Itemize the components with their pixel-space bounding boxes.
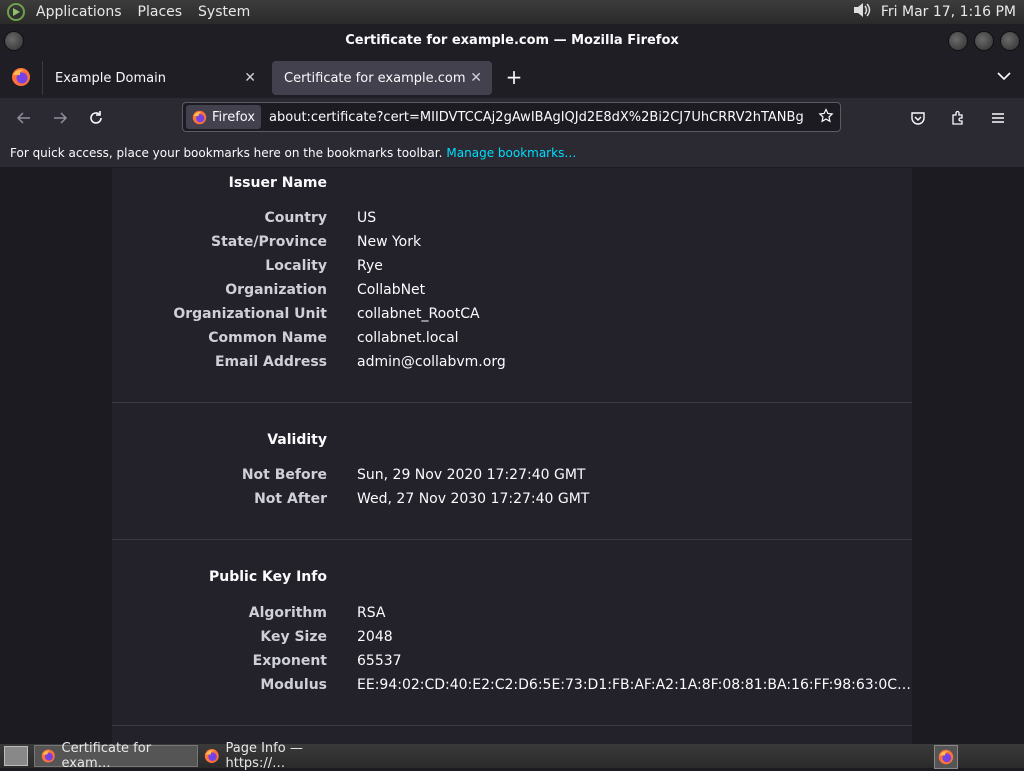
section-divider — [112, 539, 912, 540]
page-content[interactable]: Issuer Name Country US State/Province Ne… — [0, 168, 1024, 744]
firefox-icon — [204, 749, 219, 763]
field-value: admin@collabvm.org — [357, 354, 506, 370]
cert-row: Locality Rye — [112, 258, 912, 282]
tab-certificate[interactable]: Certificate for example.com ✕ — [272, 61, 492, 95]
maximize-button[interactable] — [974, 31, 994, 51]
cert-row: Common Name collabnet.local — [112, 330, 912, 354]
field-label: State/Province — [211, 234, 327, 250]
field-label: Algorithm — [248, 605, 327, 621]
field-value: collabnet.local — [357, 330, 459, 346]
firefox-icon — [41, 749, 55, 763]
volume-icon[interactable] — [851, 0, 873, 24]
field-value: Rye — [357, 258, 383, 274]
firefox-view-button[interactable] — [0, 56, 42, 98]
menu-applications[interactable]: Applications — [28, 0, 130, 24]
top-panel: Applications Places System Fri Mar 17, 1… — [0, 0, 1024, 24]
section-title-issuer: Issuer Name — [228, 175, 327, 191]
bookmarks-hint-text: For quick access, place your bookmarks h… — [10, 145, 443, 160]
cert-row: State/Province New York — [112, 234, 912, 258]
reload-icon[interactable] — [78, 102, 114, 134]
taskbar-item-page-info[interactable]: Page Info — https://… — [198, 741, 368, 771]
cert-row: Email Address admin@collabvm.org — [112, 354, 912, 378]
navigation-toolbar: Firefox about:certificate?cert=MIIDVTCCA… — [0, 98, 1024, 138]
section-divider — [112, 725, 912, 726]
field-value: RSA — [357, 605, 386, 621]
cert-row: Not Before Sun, 29 Nov 2020 17:27:40 GMT — [112, 467, 912, 491]
back-arrow-icon[interactable] — [6, 102, 42, 134]
field-value: US — [357, 210, 377, 226]
tab-label: Certificate for example.com — [284, 70, 466, 86]
field-label: Email Address — [214, 354, 327, 370]
menu-system[interactable]: System — [190, 0, 258, 24]
tab-strip: Example Domain ✕ Certificate for example… — [0, 56, 1024, 98]
cert-row: Key Size 2048 — [112, 629, 912, 653]
taskbar-label: Certificate for exam… — [61, 741, 152, 771]
bookmark-star-icon[interactable] — [818, 108, 834, 128]
field-label: Common Name — [208, 330, 327, 346]
chevron-down-icon[interactable] — [984, 69, 1024, 85]
window-menu-button[interactable] — [4, 31, 24, 51]
firefox-icon — [12, 68, 30, 86]
field-value: 65537 — [357, 653, 402, 669]
cert-row: Country US — [112, 210, 912, 234]
url-input[interactable]: about:certificate?cert=MIIDVTCCAj2gAwIBA… — [269, 110, 804, 125]
field-label: Not Before — [241, 467, 327, 483]
field-label: Key Size — [260, 629, 327, 645]
manage-bookmarks-link[interactable]: Manage bookmarks… — [446, 146, 576, 160]
window-title: Certificate for example.com — Mozilla Fi… — [345, 32, 679, 48]
field-label: Country — [264, 210, 327, 226]
tab-label: Example Domain — [55, 70, 166, 86]
gnome-foot-icon[interactable] — [6, 2, 26, 22]
extensions-icon[interactable] — [940, 102, 976, 134]
close-window-button[interactable] — [1000, 31, 1020, 51]
certificate-panel: Issuer Name Country US State/Province Ne… — [112, 168, 912, 744]
minimize-button[interactable] — [948, 31, 968, 51]
cert-row: Organization CollabNet — [112, 282, 912, 306]
field-label: Not After — [254, 491, 327, 507]
forward-arrow-icon[interactable] — [42, 102, 78, 134]
section-title-validity: Validity — [267, 432, 327, 448]
identity-box[interactable]: Firefox — [186, 105, 262, 129]
taskbar-label: Page Info — https://… — [225, 741, 303, 771]
field-label: Modulus — [260, 677, 327, 693]
url-bar[interactable]: Firefox about:certificate?cert=MIIDVTCCA… — [182, 102, 841, 132]
tab-example-domain[interactable]: Example Domain ✕ — [42, 61, 266, 95]
taskbar-item-certificate[interactable]: Certificate for exam… — [34, 741, 198, 771]
field-value: Sun, 29 Nov 2020 17:27:40 GMT — [357, 467, 586, 483]
field-label: Organizational Unit — [173, 306, 327, 322]
field-label: Locality — [265, 258, 327, 274]
field-value: EE:94:02:CD:40:E2:C2:D6:5E:73:D1:FB:AF:A… — [357, 677, 912, 693]
field-value: CollabNet — [357, 282, 426, 298]
hamburger-menu-icon[interactable] — [980, 102, 1016, 134]
cert-row: Algorithm RSA — [112, 605, 912, 629]
clock[interactable]: Fri Mar 17, 1:16 PM — [873, 4, 1016, 20]
field-label: Exponent — [252, 653, 327, 669]
cert-row: Organizational Unit collabnet_RootCA — [112, 306, 912, 330]
field-value: New York — [357, 234, 422, 250]
field-value: Wed, 27 Nov 2030 17:27:40 GMT — [357, 491, 590, 507]
cert-row: Not After Wed, 27 Nov 2030 17:27:40 GMT — [112, 491, 912, 515]
menu-places[interactable]: Places — [130, 0, 191, 24]
close-icon[interactable]: ✕ — [470, 70, 482, 86]
pocket-icon[interactable] — [900, 102, 936, 134]
section-divider — [112, 402, 912, 403]
show-desktop-icon[interactable] — [4, 746, 28, 766]
cert-row: Exponent 65537 — [112, 653, 912, 677]
firefox-icon — [192, 110, 207, 124]
bookmarks-toolbar: For quick access, place your bookmarks h… — [0, 138, 1024, 168]
workspace-firefox-icon[interactable] — [934, 745, 958, 769]
identity-label: Firefox — [212, 109, 256, 125]
new-tab-button[interactable]: + — [498, 65, 530, 89]
window-titlebar: Certificate for example.com — Mozilla Fi… — [0, 24, 1024, 56]
field-value: collabnet_RootCA — [357, 306, 480, 322]
field-value: 2048 — [357, 629, 393, 645]
cert-row: Modulus EE:94:02:CD:40:E2:C2:D6:5E:73:D1… — [112, 677, 912, 701]
bottom-panel: Certificate for exam… Page Info — https:… — [0, 741, 1024, 771]
close-icon[interactable]: ✕ — [244, 70, 256, 86]
field-label: Organization — [225, 282, 327, 298]
section-title-public-key: Public Key Info — [208, 569, 327, 585]
